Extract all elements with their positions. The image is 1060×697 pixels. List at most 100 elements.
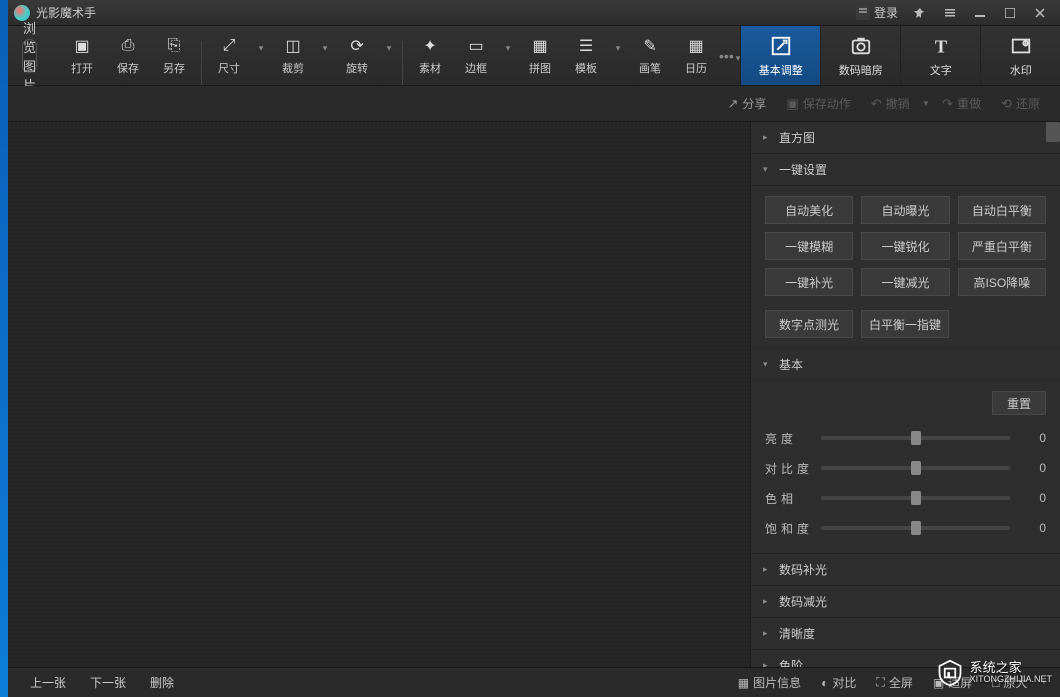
tab-adjust[interactable]: 基本调整 xyxy=(740,26,820,85)
browse-button[interactable]: 浏览图片 xyxy=(22,39,37,73)
tab-watermark[interactable]: 水印 xyxy=(980,26,1060,85)
section-levels[interactable]: ▸色阶 xyxy=(751,650,1060,667)
prev-button[interactable]: 上一张 xyxy=(18,671,78,694)
toolbar-more-button[interactable]: •••▾ xyxy=(719,48,740,64)
resize-icon: ⤢ xyxy=(219,36,239,56)
delete-button[interactable]: 删除 xyxy=(138,671,186,694)
share-button[interactable]: ↗分享 xyxy=(717,95,776,112)
oneclick-btn-6[interactable]: 一键补光 xyxy=(765,268,853,296)
login-button[interactable]: 登录 xyxy=(850,4,904,21)
tool-brush[interactable]: ✎画笔 xyxy=(627,26,673,85)
chevron-right-icon: ▸ xyxy=(763,132,773,143)
slider-label: 色相 xyxy=(765,490,821,507)
pin-button[interactable] xyxy=(906,4,934,22)
oneclick-btn-0[interactable]: 自动美化 xyxy=(765,196,853,224)
tool-collage[interactable]: ▦拼图 xyxy=(517,26,563,85)
zoom-dropdown[interactable]: ▾ xyxy=(1037,677,1050,688)
tool-crop-dropdown[interactable]: ▾ xyxy=(316,26,334,85)
maximize-button[interactable] xyxy=(996,4,1024,22)
slider-track[interactable] xyxy=(821,436,1010,440)
tool-rotate[interactable]: ⟳旋转 xyxy=(334,26,380,85)
slider-thumb[interactable] xyxy=(911,521,921,535)
undo-dropdown[interactable]: ▾ xyxy=(920,98,933,109)
tool-resize[interactable]: ⤢尺寸 xyxy=(206,26,252,85)
slider-thumb[interactable] xyxy=(911,431,921,445)
slider-thumb[interactable] xyxy=(911,491,921,505)
section-basic[interactable]: ▾基本 xyxy=(751,349,1060,381)
rotate-icon: ⟳ xyxy=(347,36,367,56)
slider-track[interactable] xyxy=(821,526,1010,530)
tool-frame[interactable]: ▭边框 xyxy=(453,26,499,85)
section-digital-reduce[interactable]: ▸数码减光 xyxy=(751,586,1060,618)
oneclick-btn-8[interactable]: 高ISO降噪 xyxy=(958,268,1046,296)
oneclick-btn-2[interactable]: 自动白平衡 xyxy=(958,196,1046,224)
oneclick-btn-4[interactable]: 一键锐化 xyxy=(861,232,949,260)
image-info-button[interactable]: ▦图片信息 xyxy=(728,674,811,691)
titlebar: 光影魔术手 登录 xyxy=(8,0,1060,26)
slider-label: 对比度 xyxy=(765,460,821,477)
oneclick-btn-7[interactable]: 一键减光 xyxy=(861,268,949,296)
close-button[interactable] xyxy=(1026,4,1054,22)
fit-button[interactable]: ▣适屏 xyxy=(923,674,982,691)
tool-crop[interactable]: ◫裁剪 xyxy=(270,26,316,85)
compare-button[interactable]: ◐对比 xyxy=(811,674,866,691)
chevron-right-icon: ▸ xyxy=(763,596,773,607)
tab-darkroom[interactable]: 数码暗房 xyxy=(820,26,900,85)
fullscreen-icon: ⛶ xyxy=(876,675,884,690)
undo-button[interactable]: ↶撤销 xyxy=(861,95,920,112)
tool-template-dropdown[interactable]: ▾ xyxy=(609,26,627,85)
canvas-area[interactable] xyxy=(8,122,750,667)
tool-rotate-dropdown[interactable]: ▾ xyxy=(380,26,398,85)
section-clarity[interactable]: ▸清晰度 xyxy=(751,618,1060,650)
fullscreen-button[interactable]: ⛶全屏 xyxy=(866,674,922,691)
frame-icon: ▭ xyxy=(466,36,486,56)
slider-value: 0 xyxy=(1010,461,1046,475)
minimize-button[interactable] xyxy=(966,4,994,22)
menu-button[interactable] xyxy=(936,4,964,22)
oneclick-extra-0[interactable]: 数字点测光 xyxy=(765,310,853,338)
scrollbar-thumb[interactable] xyxy=(1046,122,1060,142)
section-histogram[interactable]: ▸直方图 xyxy=(751,122,1060,154)
original-size-button[interactable]: □原大 xyxy=(982,674,1037,691)
tab-text[interactable]: T文字 xyxy=(900,26,980,85)
tool-save-as[interactable]: ⎘另存 xyxy=(151,26,197,85)
slider-thumb[interactable] xyxy=(911,461,921,475)
oneclick-btn-3[interactable]: 一键模糊 xyxy=(765,232,853,260)
compare-icon: ◐ xyxy=(821,676,828,690)
revert-button[interactable]: ⟲还原 xyxy=(991,95,1050,112)
calendar-icon: ▦ xyxy=(686,36,706,56)
redo-button[interactable]: ↷重做 xyxy=(932,95,991,112)
chevron-down-icon: ▾ xyxy=(763,359,773,370)
save-action-icon: ▣ xyxy=(786,96,798,112)
next-button[interactable]: 下一张 xyxy=(78,671,138,694)
sub-toolbar: ↗分享 ▣保存动作 ↶撤销 ▾ ↷重做 ⟲还原 xyxy=(8,86,1060,122)
tool-frame-dropdown[interactable]: ▾ xyxy=(499,26,517,85)
main-toolbar: 浏览图片 ▣打开⎙保存⎘另存⤢尺寸▾◫裁剪▾⟳旋转▾✦素材▭边框▾▦拼图☰模板▾… xyxy=(8,26,1060,86)
slider-track[interactable] xyxy=(821,496,1010,500)
section-digital-fill[interactable]: ▸数码补光 xyxy=(751,554,1060,586)
section-one-click[interactable]: ▾一键设置 xyxy=(751,154,1060,186)
save-action-button[interactable]: ▣保存动作 xyxy=(776,95,860,112)
slider-track[interactable] xyxy=(821,466,1010,470)
undo-icon: ↶ xyxy=(871,96,882,112)
reset-button[interactable]: 重置 xyxy=(992,391,1046,415)
slider-value: 0 xyxy=(1010,491,1046,505)
chevron-right-icon: ▸ xyxy=(763,660,773,667)
material-icon: ✦ xyxy=(420,36,440,56)
tool-open[interactable]: ▣打开 xyxy=(59,26,105,85)
slider-label: 饱和度 xyxy=(765,520,821,537)
original-icon: □ xyxy=(992,676,999,690)
tool-template[interactable]: ☰模板 xyxy=(563,26,609,85)
watermark-icon xyxy=(1009,34,1033,58)
oneclick-extra-1[interactable]: 白平衡一指键 xyxy=(861,310,949,338)
app-title: 光影魔术手 xyxy=(36,4,96,21)
oneclick-btn-5[interactable]: 严重白平衡 xyxy=(958,232,1046,260)
tool-resize-dropdown[interactable]: ▾ xyxy=(252,26,270,85)
fit-icon: ▣ xyxy=(933,676,944,690)
tool-material[interactable]: ✦素材 xyxy=(407,26,453,85)
oneclick-btn-1[interactable]: 自动曝光 xyxy=(861,196,949,224)
chevron-right-icon: ▸ xyxy=(763,628,773,639)
tool-save[interactable]: ⎙保存 xyxy=(105,26,151,85)
right-panel: ▸直方图 ▾一键设置 自动美化自动曝光自动白平衡一键模糊一键锐化严重白平衡一键补… xyxy=(750,122,1060,667)
tool-calendar[interactable]: ▦日历 xyxy=(673,26,719,85)
